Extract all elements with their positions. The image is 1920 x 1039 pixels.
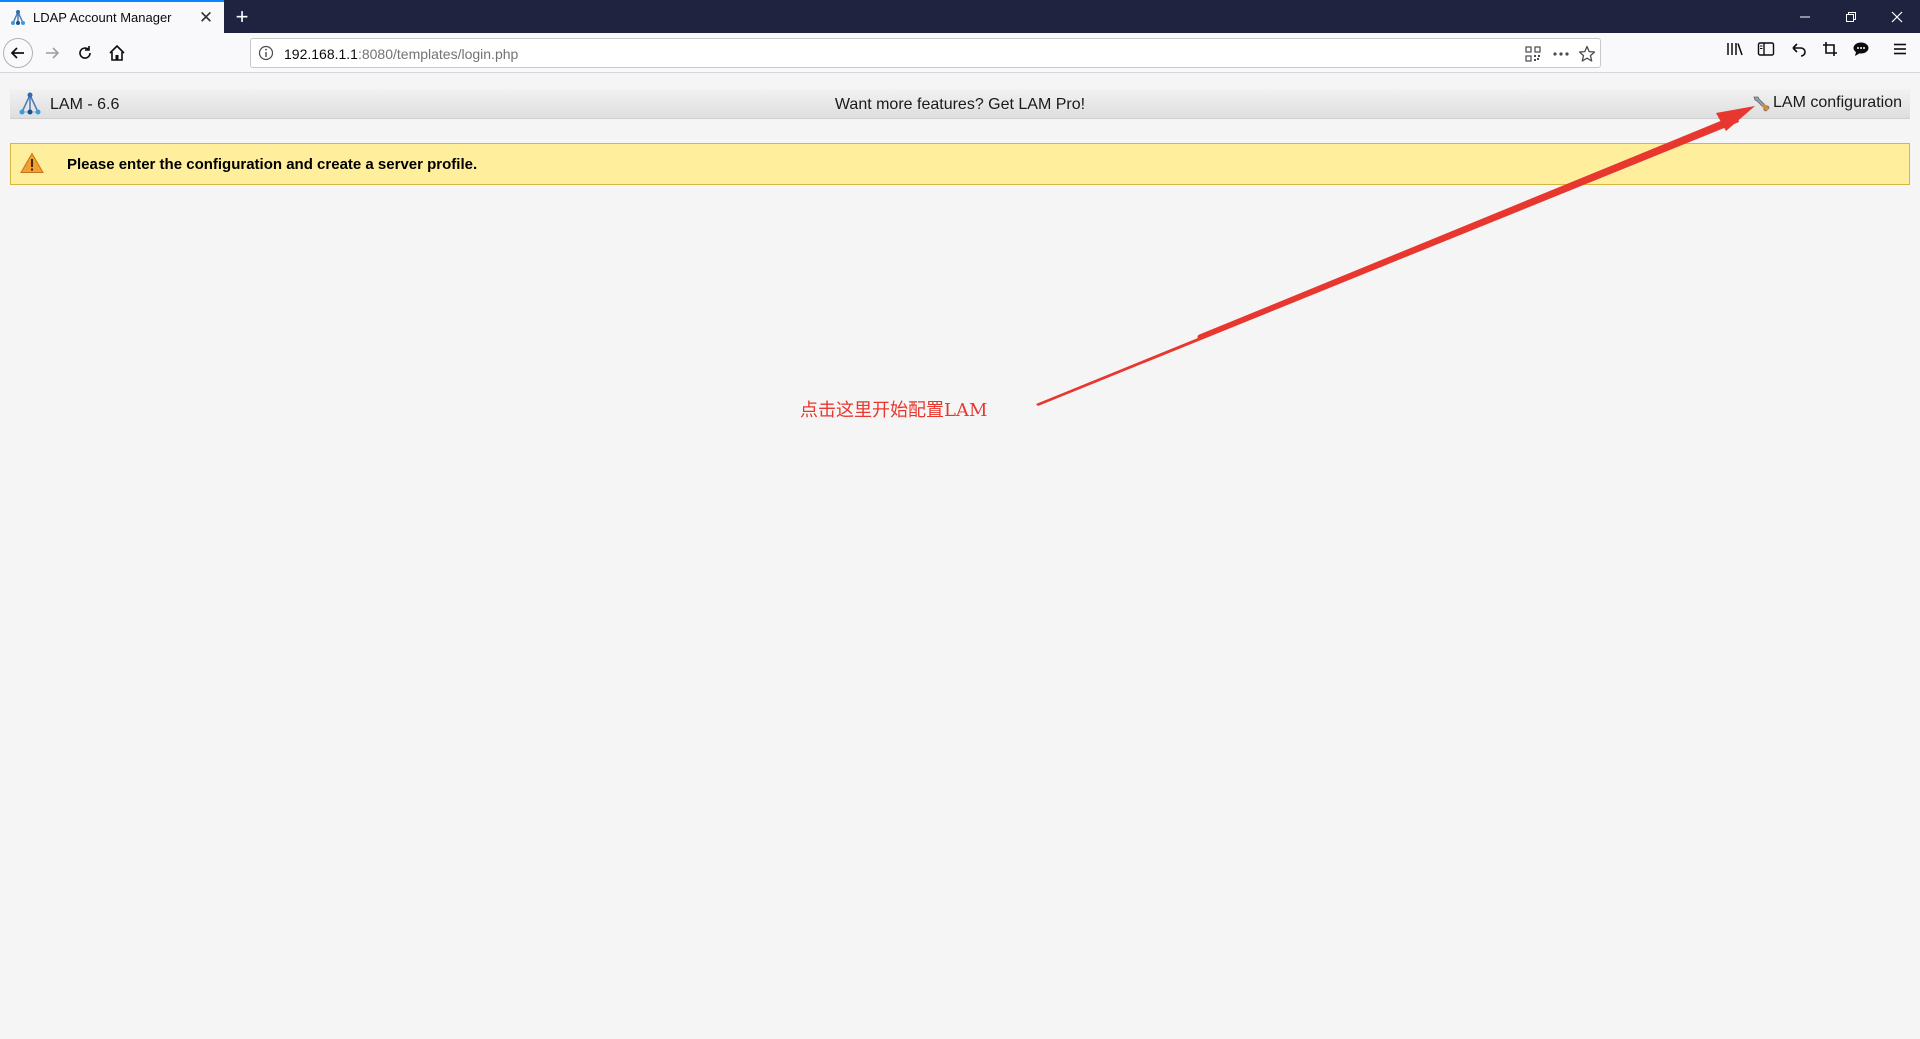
lam-configuration-link[interactable]: LAM configuration <box>1751 93 1902 113</box>
minimize-button[interactable] <box>1782 0 1828 33</box>
browser-tab[interactable]: LDAP Account Manager ✕ <box>0 0 224 33</box>
warning-triangle-icon <box>20 152 44 173</box>
arrow-right-icon <box>46 47 60 59</box>
warning-text: Please enter the configuration and creat… <box>67 156 478 173</box>
home-button[interactable] <box>102 38 132 68</box>
close-window-button[interactable] <box>1874 0 1920 33</box>
crop-icon <box>1823 42 1837 56</box>
menu-button[interactable] <box>1889 38 1911 60</box>
close-icon <box>1891 11 1903 22</box>
undo-arrow-icon <box>1792 43 1806 57</box>
sidebar-button[interactable] <box>1755 38 1777 60</box>
qr-code-icon <box>1525 46 1541 62</box>
url-text[interactable]: 192.168.1.1:8080/templates/login.php <box>284 46 518 62</box>
forward-button[interactable] <box>37 38 67 68</box>
restore-button[interactable] <box>1828 0 1874 33</box>
star-icon <box>1578 45 1596 62</box>
url-host: 192.168.1.1 <box>284 46 358 62</box>
more-dots-icon <box>1553 52 1569 56</box>
lam-pro-link[interactable]: Want more features? Get LAM Pro! <box>10 96 1910 114</box>
url-path: :8080/templates/login.php <box>357 46 519 62</box>
undo-button[interactable] <box>1787 38 1809 60</box>
lam-logo-icon <box>19 92 41 115</box>
library-icon <box>1727 43 1743 56</box>
tab-title: LDAP Account Manager <box>33 10 172 25</box>
restore-icon <box>1846 11 1856 22</box>
screenshot-button[interactable] <box>1819 38 1841 60</box>
info-icon[interactable] <box>258 45 274 61</box>
url-bar[interactable]: 192.168.1.1:8080/templates/login.php <box>250 38 1601 68</box>
lam-header: Want more features? Get LAM Pro! LAM - 6… <box>10 89 1910 119</box>
home-icon <box>109 44 125 61</box>
annotation-text: 点击这里开始配置LAM <box>800 400 988 421</box>
bookmark-button[interactable] <box>1576 43 1598 65</box>
hamburger-icon <box>1894 43 1906 55</box>
browser-nav-bar: 192.168.1.1:8080/templates/login.php <box>0 33 1920 73</box>
wrench-icon <box>1753 96 1770 112</box>
browser-tab-bar: LDAP Account Manager ✕ + <box>0 0 1920 33</box>
warning-message: Please enter the configuration and creat… <box>10 143 1910 185</box>
lam-version: LAM - 6.6 <box>50 96 120 113</box>
minimize-icon <box>1800 16 1810 17</box>
qr-code-button[interactable] <box>1522 43 1544 65</box>
page-actions-button[interactable] <box>1550 43 1572 65</box>
reload-button[interactable] <box>70 38 100 68</box>
reload-icon <box>79 46 91 59</box>
lam-configuration-label: LAM configuration <box>1773 94 1902 111</box>
library-button[interactable] <box>1724 38 1746 60</box>
arrow-left-icon <box>10 47 24 59</box>
sidebar-icon <box>1757 42 1775 56</box>
chat-bubble-icon <box>1853 42 1869 56</box>
back-button[interactable] <box>3 38 33 68</box>
lam-favicon-icon <box>11 9 25 25</box>
tab-close-icon[interactable]: ✕ <box>195 7 217 29</box>
new-tab-button[interactable]: + <box>229 4 255 30</box>
chat-button[interactable] <box>1850 38 1872 60</box>
